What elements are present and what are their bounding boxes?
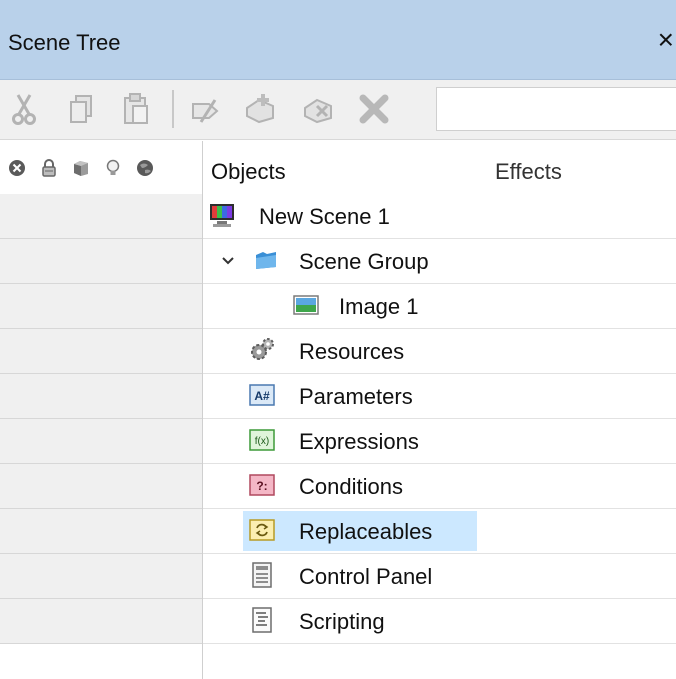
tree-item-scene-group[interactable]: Scene Group <box>203 239 676 284</box>
add-object-icon <box>246 94 274 124</box>
objects-column-header[interactable]: Objects <box>211 159 286 185</box>
close-circle-icon[interactable] <box>8 159 26 177</box>
paste-icon <box>124 93 148 124</box>
state-columns-panel <box>0 141 203 679</box>
svg-text:A#: A# <box>254 389 270 403</box>
tree-item-label: Replaceables <box>299 519 433 544</box>
effects-column-header[interactable]: Effects <box>495 159 562 185</box>
chevron-down-icon[interactable] <box>221 255 235 267</box>
tree-item-label: Image 1 <box>339 294 419 319</box>
cut-icon <box>12 94 36 125</box>
state-row[interactable] <box>0 374 202 419</box>
tree-header: Objects Effects <box>203 141 676 194</box>
state-row[interactable] <box>0 284 202 329</box>
remove-object-icon <box>304 98 332 124</box>
tree-item-image-1[interactable]: Image 1 <box>203 284 676 329</box>
toolbar <box>0 80 676 140</box>
state-row[interactable] <box>0 599 202 644</box>
search-input[interactable] <box>436 87 676 131</box>
tree-item-scripting[interactable]: Scripting <box>203 599 676 644</box>
scene-tree: Objects Effects New Scene 1 Scene Group <box>203 141 676 679</box>
tree-item-label: Parameters <box>299 384 413 409</box>
gears-icon <box>251 338 274 360</box>
add-object-button[interactable] <box>240 86 280 132</box>
cut-button[interactable] <box>4 86 44 132</box>
state-row[interactable] <box>0 464 202 509</box>
parameters-a-hash-icon: A# <box>249 384 275 406</box>
tree-item-control-panel[interactable]: Control Panel <box>203 554 676 599</box>
state-columns-header <box>0 141 203 194</box>
tree-item-expressions[interactable]: f(x) Expressions <box>203 419 676 464</box>
conditions-icon: ?: <box>249 474 275 496</box>
delete-icon <box>359 94 389 124</box>
tree-item-resources[interactable]: Resources <box>203 329 676 374</box>
panel-title: Scene Tree <box>8 30 121 55</box>
tree-item-conditions[interactable]: ?: Conditions <box>203 464 676 509</box>
function-fx-icon: f(x) <box>249 429 275 451</box>
rename-button[interactable] <box>184 86 224 132</box>
image-icon <box>293 295 319 315</box>
copy-icon <box>70 95 92 123</box>
toolbar-separator <box>172 90 174 128</box>
scripting-icon <box>252 607 272 633</box>
tree-item-label: Control Panel <box>299 564 433 589</box>
svg-text:f(x): f(x) <box>255 436 269 447</box>
tree-item-label: Scene Group <box>299 249 429 274</box>
close-icon[interactable]: × <box>658 26 674 54</box>
copy-button[interactable] <box>62 86 102 132</box>
panel-title-bar: Scene Tree × <box>0 0 676 80</box>
replaceables-icon <box>249 519 275 541</box>
state-row[interactable] <box>0 554 202 599</box>
state-row[interactable] <box>0 419 202 464</box>
state-row[interactable] <box>0 509 202 554</box>
folder-icon <box>256 252 276 269</box>
tree-item-label: Expressions <box>299 429 419 454</box>
tree-item-label: Scripting <box>299 609 385 634</box>
cube-icon[interactable] <box>72 159 90 177</box>
lightbulb-icon[interactable] <box>104 159 122 177</box>
lock-icon[interactable] <box>40 158 58 177</box>
state-row[interactable] <box>0 329 202 374</box>
control-panel-icon <box>252 562 272 588</box>
tree-item-label: Conditions <box>299 474 403 499</box>
state-row[interactable] <box>0 194 202 239</box>
tree-item-label: Resources <box>299 339 405 364</box>
tree-item-replaceables[interactable]: Replaceables <box>203 509 676 554</box>
state-row[interactable] <box>0 239 202 284</box>
paste-button[interactable] <box>116 86 156 132</box>
globe-icon[interactable] <box>136 159 154 177</box>
delete-button[interactable] <box>354 86 394 132</box>
tree-item-new-scene-1[interactable]: New Scene 1 <box>203 194 676 239</box>
tree-item-label: New Scene 1 <box>259 204 390 229</box>
rename-icon <box>192 99 219 123</box>
svg-text:?:: ?: <box>256 479 267 493</box>
scene-monitor-icon <box>210 204 234 227</box>
remove-object-button[interactable] <box>298 86 338 132</box>
tree-item-parameters[interactable]: A# Parameters <box>203 374 676 419</box>
